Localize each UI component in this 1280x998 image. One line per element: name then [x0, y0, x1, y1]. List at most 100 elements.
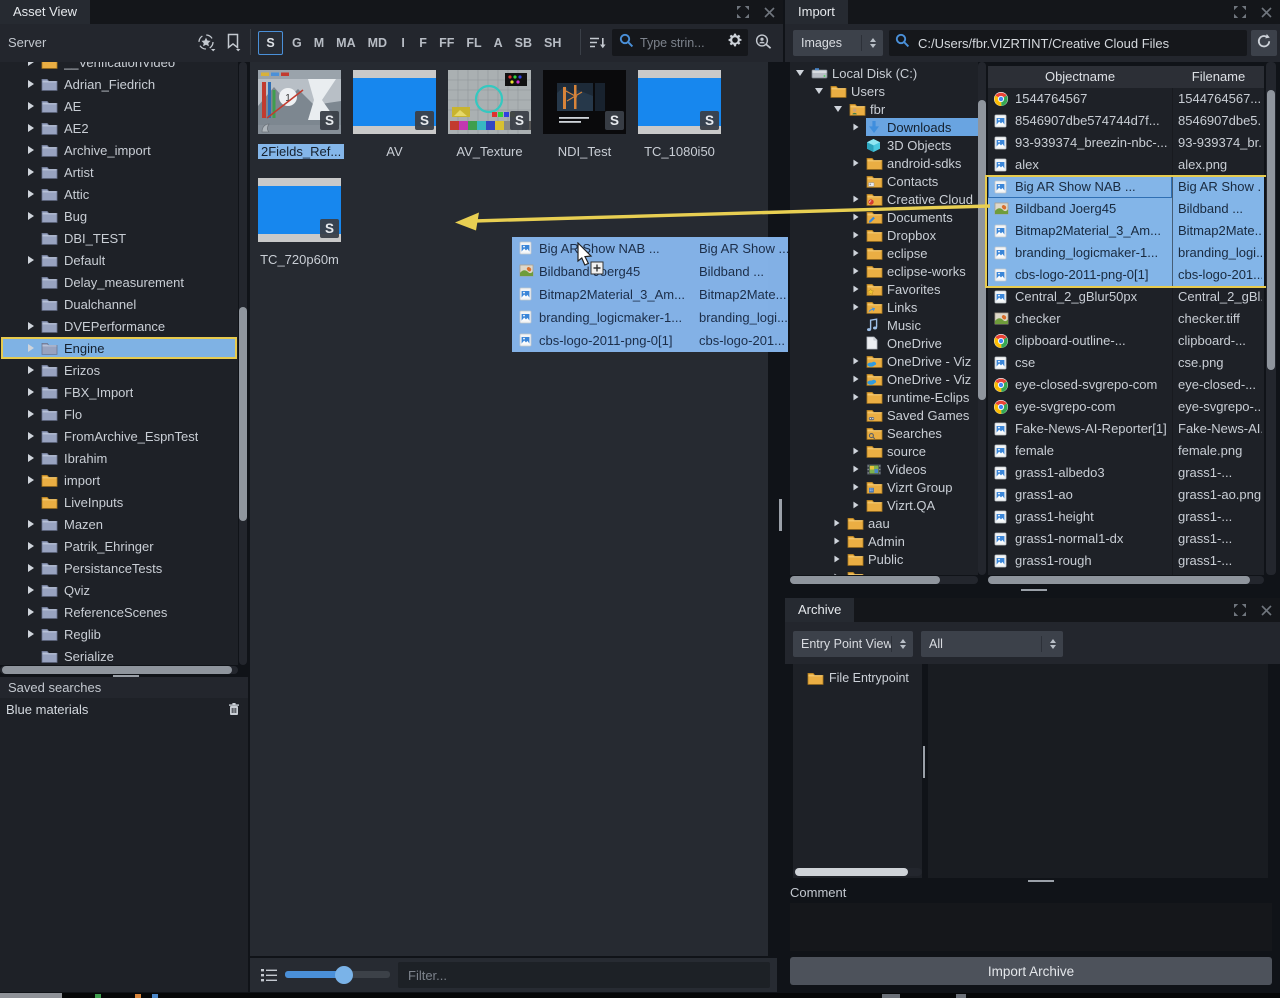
expand-arrow-icon[interactable] — [28, 432, 34, 440]
fs-tree-item-item[interactable] — [790, 568, 978, 575]
file-row-clipboard-outline[interactable]: clipboard-outline-...clipboard-... — [988, 330, 1264, 352]
scrollbar-thumb[interactable] — [978, 100, 986, 400]
fs-tree-item-admin[interactable]: Admin — [790, 532, 978, 550]
scrollbar-thumb[interactable] — [2, 666, 232, 674]
saved-search-star-icon[interactable] — [196, 33, 218, 57]
fs-tree-item-favorites[interactable]: Favorites — [790, 280, 978, 298]
filter-button-ff[interactable]: FF — [436, 36, 457, 50]
asset-tree-item-liveinputs[interactable]: LiveInputs — [1, 491, 237, 513]
asset-tree-item-archive-import[interactable]: Archive_import — [1, 139, 237, 161]
import-type-select[interactable]: Images — [793, 30, 883, 56]
asset-tree-item-patrik-ehringer[interactable]: Patrik_Ehringer — [1, 535, 237, 557]
expand-arrow-icon[interactable] — [28, 322, 34, 330]
import-path-input[interactable] — [916, 35, 1241, 52]
scrollbar-thumb[interactable] — [795, 868, 908, 876]
filter-button-a[interactable]: A — [491, 36, 506, 50]
comment-input[interactable] — [790, 903, 1272, 951]
filter-button-m[interactable]: M — [311, 36, 327, 50]
asset-tree-item-attic[interactable]: Attic — [1, 183, 237, 205]
asset-thumbnail-ndi-test[interactable]: SNDI_Test — [543, 70, 626, 161]
asset-tree-item-ibrahim[interactable]: Ibrahim — [1, 447, 237, 469]
expand-arrow-icon[interactable] — [853, 448, 858, 455]
fs-tree-item-onedrive-viz[interactable]: OneDrive - Viz — [790, 370, 978, 388]
file-row-grass1-ao[interactable]: grass1-aograss1-ao.png — [988, 484, 1264, 506]
fs-tree-item-vizrt-qa[interactable]: Vizrt.QA — [790, 496, 978, 514]
expand-arrow-icon[interactable] — [28, 168, 34, 176]
filter-button-md[interactable]: MD — [365, 36, 390, 50]
expand-arrow-icon[interactable] — [28, 256, 34, 264]
file-row-bildband-joerg45[interactable]: Bildband Joerg45Bildband ... — [988, 198, 1264, 220]
file-row-grass1-height[interactable]: grass1-heightgrass1-... — [988, 506, 1264, 528]
expand-arrow-icon[interactable] — [28, 124, 34, 132]
asset-thumbnail-tc-720p60m[interactable]: STC_720p60m — [258, 178, 341, 269]
asset-search-box[interactable]: Type strin... — [612, 29, 748, 56]
expand-arrow-icon[interactable] — [28, 476, 34, 484]
filter-button-ma[interactable]: MA — [333, 36, 358, 50]
close-icon[interactable] — [764, 7, 775, 18]
expand-arrow-icon[interactable] — [28, 608, 34, 616]
expand-arrow-icon[interactable] — [853, 394, 858, 401]
asset-tree-item-qviz[interactable]: Qviz — [1, 579, 237, 601]
asset-thumbnail-2fields-ref[interactable]: 1S2Fields_Ref... — [258, 70, 341, 161]
bookmark-icon[interactable] — [226, 33, 242, 57]
splitter-grip[interactable] — [1028, 880, 1054, 882]
asset-tree-item-dualchannel[interactable]: Dualchannel — [1, 293, 237, 315]
file-row-cbs-logo-2011-png-0-1[interactable]: cbs-logo-2011-png-0[1]cbs-logo-201... — [988, 264, 1264, 286]
fs-tree-item-local-disk-c[interactable]: Local Disk (C:) — [790, 64, 978, 82]
asset-tree-item-artist[interactable]: Artist — [1, 161, 237, 183]
asset-tree-item-mazen[interactable]: Mazen — [1, 513, 237, 535]
expand-arrow-icon[interactable] — [28, 80, 34, 88]
file-row-8546907dbe574744d7f[interactable]: 8546907dbe574744d7f...8546907dbe5... — [988, 110, 1264, 132]
saved-search-item-blue-materials[interactable]: Blue materials — [0, 698, 248, 720]
filter-button-i[interactable]: I — [396, 36, 410, 50]
expand-arrow-icon[interactable] — [853, 124, 858, 131]
fs-tree-item-creative-cloud[interactable]: Creative Cloud — [790, 190, 978, 208]
import-path-box[interactable] — [889, 30, 1247, 56]
asset-tree-item-reglib[interactable]: Reglib — [1, 623, 237, 645]
file-row-bitmap2material-3-am[interactable]: Bitmap2Material_3_Am...Bitmap2Mate... — [988, 220, 1264, 242]
scrollbar-thumb[interactable] — [988, 576, 1250, 584]
expand-arrow-icon[interactable] — [28, 212, 34, 220]
file-row-eye-svgrepo-com[interactable]: eye-svgrepo-comeye-svgrepo-... — [988, 396, 1264, 418]
asset-tree-item-adrian-fiedrich[interactable]: Adrian_Fiedrich — [1, 73, 237, 95]
collapse-arrow-icon[interactable] — [796, 70, 804, 76]
expand-arrow-icon[interactable] — [28, 410, 34, 418]
file-entrypoint-item[interactable]: File Entrypoint — [793, 668, 922, 688]
import-archive-button[interactable]: Import Archive — [790, 957, 1272, 985]
refresh-button[interactable] — [1251, 30, 1277, 56]
expand-arrow-icon[interactable] — [853, 502, 858, 509]
expand-arrow-icon[interactable] — [28, 542, 34, 550]
fs-tree-item-videos[interactable]: Videos — [790, 460, 978, 478]
expand-arrow-icon[interactable] — [834, 538, 839, 545]
expand-arrow-icon[interactable] — [853, 286, 858, 293]
asset-tree-item-ae[interactable]: AE — [1, 95, 237, 117]
expand-arrow-icon[interactable] — [853, 160, 858, 167]
file-row-grass1-albedo3[interactable]: grass1-albedo3grass1-... — [988, 462, 1264, 484]
expand-arrow-icon[interactable] — [853, 466, 858, 473]
fs-tree-item-3d-objects[interactable]: 3D Objects — [790, 136, 978, 154]
fs-tree-item-onedrive[interactable]: OneDrive — [790, 334, 978, 352]
expand-arrow-icon[interactable] — [853, 232, 858, 239]
file-row-female[interactable]: femalefemale.png — [988, 440, 1264, 462]
maximize-icon[interactable] — [1234, 6, 1246, 18]
expand-arrow-icon[interactable] — [834, 574, 839, 575]
asset-tree-item-fromarchive-espntest[interactable]: FromArchive_EspnTest — [1, 425, 237, 447]
filter-button-s[interactable]: S — [258, 31, 283, 55]
scrollbar-thumb[interactable] — [1267, 90, 1275, 370]
slider-handle[interactable] — [335, 966, 353, 984]
file-row-grass1-rough[interactable]: grass1-roughgrass1-... — [988, 550, 1264, 572]
tab-asset-view[interactable]: Asset View — [0, 0, 90, 24]
file-row-grass1-normal1-dx[interactable]: grass1-normal1-dxgrass1-... — [988, 528, 1264, 550]
asset-tree-item-ae2[interactable]: AE2 — [1, 117, 237, 139]
fs-tree-item-documents[interactable]: Documents — [790, 208, 978, 226]
gear-icon[interactable] — [727, 32, 743, 53]
asset-tree-item-persistancetests[interactable]: PersistanceTests — [1, 557, 237, 579]
file-row-fake-news-ai-reporter-1[interactable]: Fake-News-AI-Reporter[1]Fake-News-AI... — [988, 418, 1264, 440]
list-view-icon[interactable] — [260, 967, 278, 989]
expand-arrow-icon[interactable] — [834, 556, 839, 563]
expand-arrow-icon[interactable] — [853, 376, 858, 383]
fs-tree-item-links[interactable]: Links — [790, 298, 978, 316]
asset-tree-item-bug[interactable]: Bug — [1, 205, 237, 227]
asset-tree-item-delay-measurement[interactable]: Delay_measurement — [1, 271, 237, 293]
collapse-arrow-icon[interactable] — [834, 106, 842, 112]
